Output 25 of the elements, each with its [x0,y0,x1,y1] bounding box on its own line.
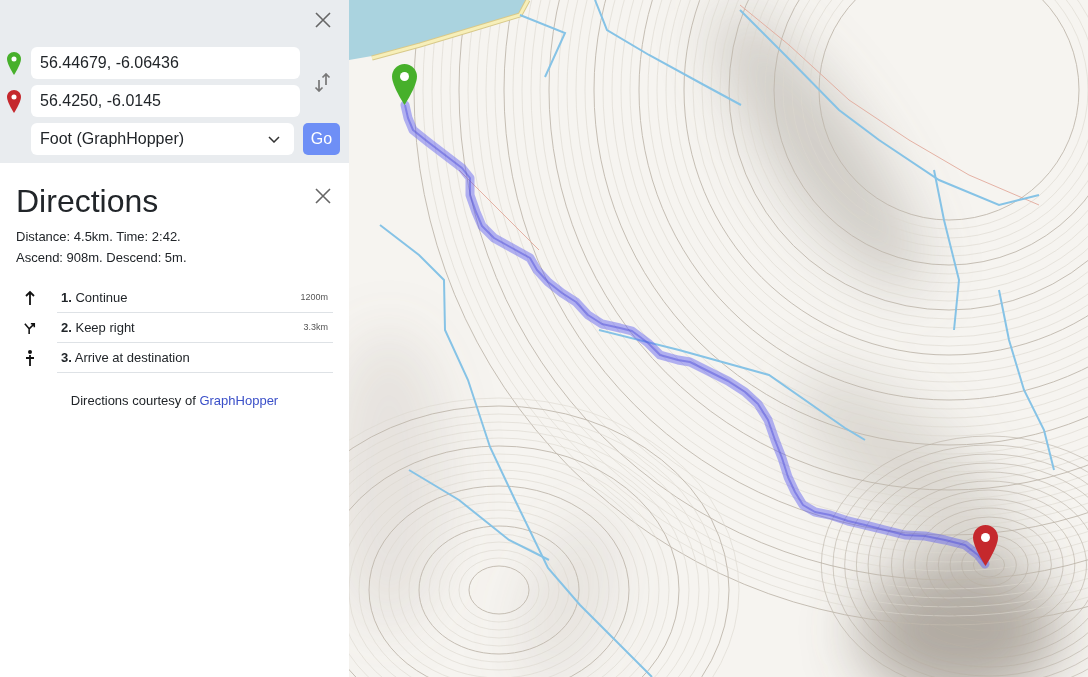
chevron-down-icon [268,135,280,143]
attribution-text: Directions courtesy of GraphHopper [69,392,280,410]
step-instruction: 1. Continue [61,290,128,305]
profile-dropdown[interactable]: Foot (GraphHopper) [31,123,294,155]
map-pin-icon[interactable] [392,64,417,105]
step-instruction: 2. Keep right [61,320,135,335]
step-instruction: 3. Arrive at destination [61,350,190,365]
directions-title: Directions [16,182,159,221]
route-summary: Ascend: 908m. Descend: 5m. [16,249,188,267]
close-button[interactable] [313,186,333,206]
step-distance: 1200m [300,292,328,302]
fork-arrow-icon [24,320,36,336]
coordinates-input-field[interactable]: 56.44679, -6.06436 [31,47,300,79]
close-icon [315,188,331,204]
swap-button[interactable] [312,71,332,93]
up-arrow-icon [24,290,36,306]
coordinates-input-field[interactable]: 56.4250, -6.0145 [31,85,300,117]
person-icon [24,350,36,366]
map-pin-icon[interactable] [973,525,998,566]
route-summary: Distance: 4.5km. Time: 2:42. [16,228,182,246]
swap-arrows-icon [313,72,331,92]
close-button[interactable] [313,10,333,30]
step-distance: 3.3km [303,322,328,332]
close-icon [315,12,331,28]
graphhopper-link[interactable]: GraphHopper [199,393,279,408]
